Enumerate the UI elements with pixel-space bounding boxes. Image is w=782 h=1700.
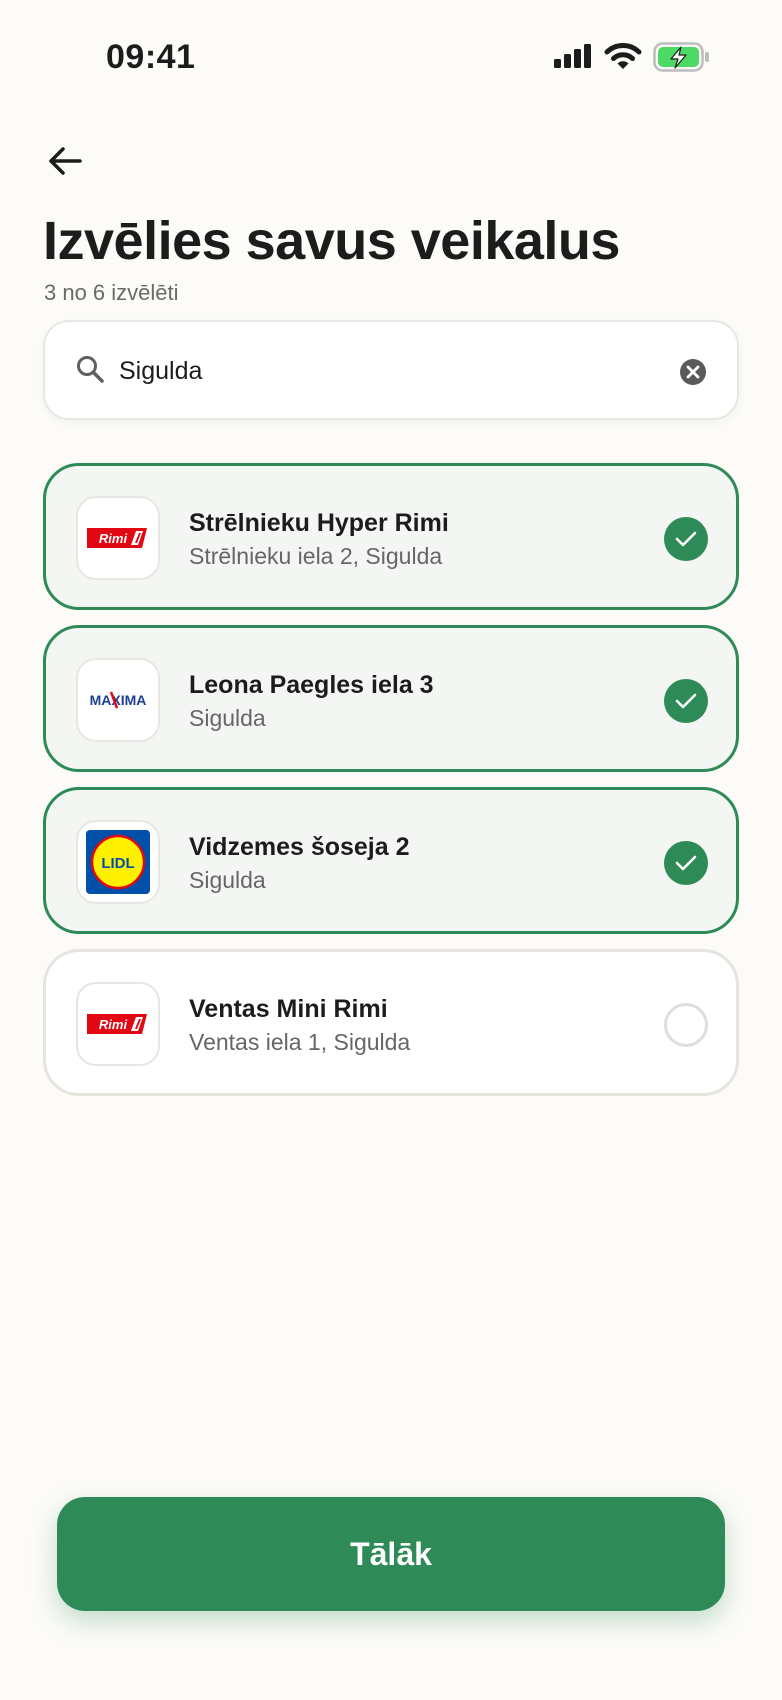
- rimi-logo: Rimi: [76, 982, 160, 1066]
- status-bar: 09:41: [0, 0, 782, 116]
- search-box: [43, 320, 739, 420]
- arrow-left-icon: [49, 147, 82, 175]
- clear-search-icon[interactable]: [679, 358, 707, 386]
- selected-check-icon[interactable]: [664, 841, 708, 885]
- lidl-logo: LIDL: [76, 820, 160, 904]
- store-selection-screen: 09:41 Izvēlies savus veikalus 3 no 6 izv…: [0, 0, 782, 1700]
- store-name: Leona Paegles iela 3: [189, 671, 434, 699]
- battery-charging-icon: [653, 42, 709, 72]
- search-input[interactable]: [119, 346, 639, 396]
- cellular-signal-icon: [554, 44, 591, 68]
- status-time: 09:41: [106, 38, 196, 76]
- store-card-3[interactable]: LIDL Vidzemes šoseja 2 Sigulda: [43, 787, 739, 934]
- store-card-2[interactable]: MAXIMA Leona Paegles iela 3 Sigulda: [43, 625, 739, 772]
- back-button[interactable]: [40, 136, 90, 186]
- selected-check-icon[interactable]: [664, 517, 708, 561]
- next-button[interactable]: Tālāk: [57, 1497, 725, 1611]
- search-icon: [77, 356, 104, 383]
- store-list: Rimi Strēlnieku Hyper Rimi Strēlnieku iela…: [43, 463, 739, 1111]
- store-address: Sigulda: [189, 705, 266, 731]
- svg-text:LIDL: LIDL: [101, 855, 134, 872]
- store-card-4[interactable]: Rimi Ventas Mini Rimi Ventas iela 1, Sigul…: [43, 949, 739, 1096]
- store-name: Ventas Mini Rimi: [189, 995, 388, 1023]
- store-address: Ventas iela 1, Sigulda: [189, 1029, 411, 1055]
- svg-text:MAXIMA: MAXIMA: [90, 692, 147, 708]
- selected-check-icon[interactable]: [664, 679, 708, 723]
- rimi-logo: Rimi: [76, 496, 160, 580]
- store-address: Strēlnieku iela 2, Sigulda: [189, 543, 443, 569]
- svg-text:Rimi: Rimi: [99, 1017, 128, 1032]
- maxima-logo: MAXIMA: [76, 658, 160, 742]
- selection-count: 3 no 6 izvēlēti: [44, 280, 179, 305]
- wifi-icon: [604, 43, 642, 69]
- page-title: Izvēlies savus veikalus: [43, 211, 620, 271]
- store-name: Vidzemes šoseja 2: [189, 833, 410, 861]
- store-address: Sigulda: [189, 867, 266, 893]
- store-card-1[interactable]: Rimi Strēlnieku Hyper Rimi Strēlnieku iela…: [43, 463, 739, 610]
- unselected-radio-icon[interactable]: [664, 1003, 708, 1047]
- store-name: Strēlnieku Hyper Rimi: [189, 509, 449, 537]
- svg-text:Rimi: Rimi: [99, 531, 128, 546]
